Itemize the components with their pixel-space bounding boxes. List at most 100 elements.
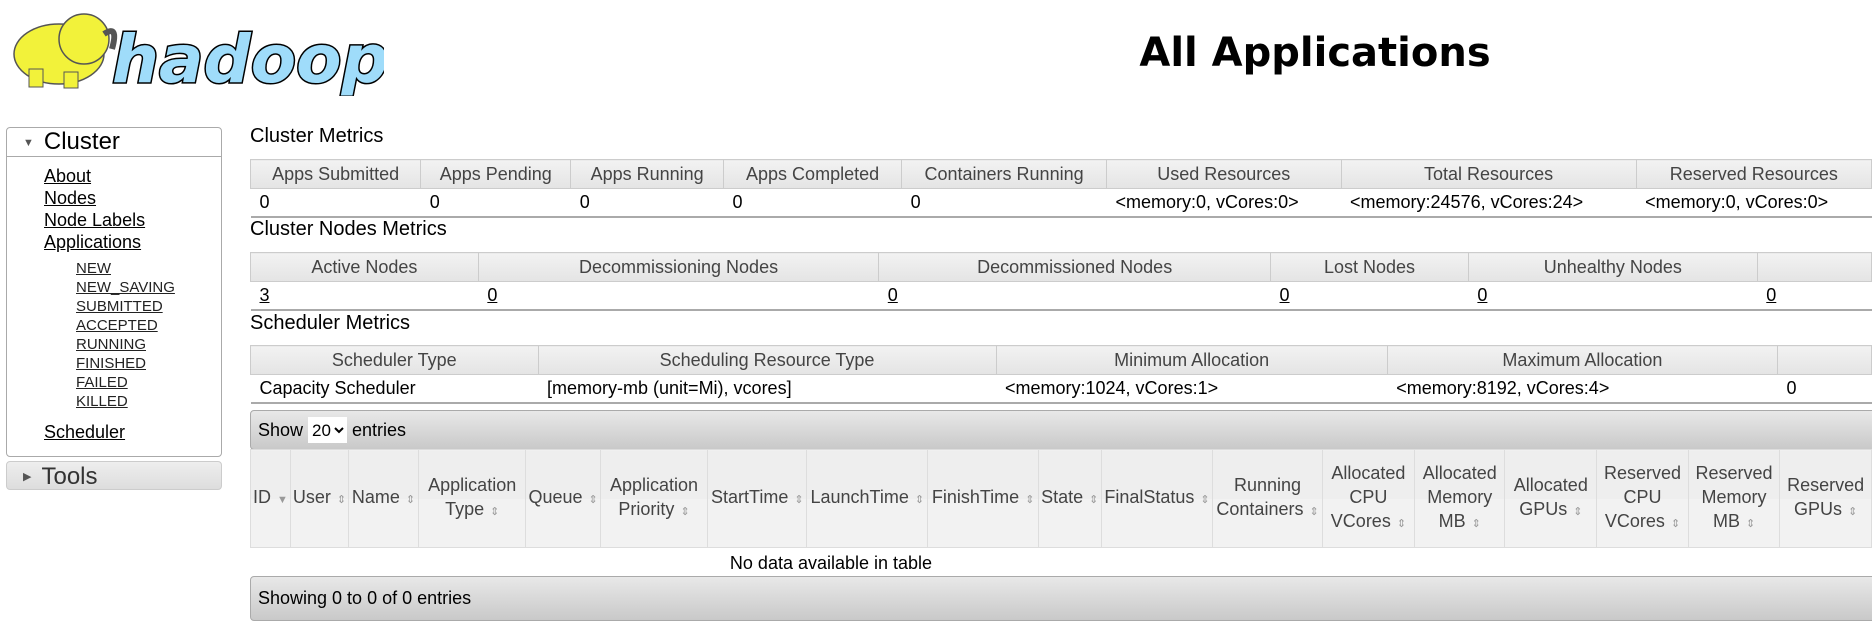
sidebar-link-node-labels[interactable]: Node Labels xyxy=(44,209,221,231)
sort-icon: ⇕ xyxy=(1025,494,1035,506)
sidebar-link-running[interactable]: RUNNING xyxy=(76,335,221,354)
column-header: Unhealthy Nodes xyxy=(1467,252,1758,282)
column-header-launchtime[interactable]: LaunchTime ⇕ xyxy=(806,449,929,548)
scheduler-metrics-table: Scheduler Type Scheduling Resource Type Mi… xyxy=(250,345,1872,404)
sidebar-link-applications[interactable]: Applications xyxy=(44,231,221,253)
entries-label: entries xyxy=(352,419,407,440)
column-label: Running Containers xyxy=(1216,475,1304,519)
cluster-section-header[interactable]: ▼ Cluster xyxy=(7,128,221,157)
column-header-queue[interactable]: Queue ⇕ xyxy=(525,449,601,548)
column-label: Queue xyxy=(528,487,583,507)
page-title: All Applications xyxy=(1139,30,1491,76)
page-size-select[interactable]: 20 xyxy=(308,417,348,443)
sidebar-link-failed[interactable]: FAILED xyxy=(76,373,221,392)
metric-value-link[interactable]: 3 xyxy=(260,285,270,305)
column-header xyxy=(1756,252,1872,282)
column-header-finishtime[interactable]: FinishTime ⇕ xyxy=(927,449,1039,548)
triangle-down-icon: ▼ xyxy=(23,136,34,149)
table-info: Showing 0 to 0 of 0 entries xyxy=(258,588,472,608)
column-label: StartTime xyxy=(711,487,789,507)
column-label: User xyxy=(292,487,331,507)
metric-value: <memory:1024, vCores:1> xyxy=(996,374,1388,404)
sort-icon: ⇕ xyxy=(1200,494,1210,506)
tools-label: Tools xyxy=(41,463,98,490)
column-header: Minimum Allocation xyxy=(995,345,1388,375)
sort-icon: ⇕ xyxy=(1089,494,1099,506)
triangle-right-icon: ▶ xyxy=(23,471,32,484)
nodes-metrics-title: Cluster Nodes Metrics xyxy=(250,218,447,240)
column-label: Application Type xyxy=(428,475,517,519)
sidebar-link-scheduler[interactable]: Scheduler xyxy=(44,421,221,443)
metric-value: 0 xyxy=(1468,281,1758,311)
metric-value: [memory-mb (unit=Mi), vcores] xyxy=(538,374,996,404)
column-header: Scheduler Type xyxy=(250,345,539,375)
sidebar-link-about[interactable]: About xyxy=(44,165,221,187)
show-label: Show xyxy=(258,419,304,440)
column-header-reserved-cpu-vcores[interactable]: Reserved CPU VCores ⇕ xyxy=(1596,449,1689,548)
column-header: Apps Running xyxy=(570,159,725,189)
column-label: Allocated Memory MB xyxy=(1422,463,1497,531)
sidebar-cluster: ▼ Cluster About Nodes Node Labels Applica… xyxy=(6,127,222,457)
column-label: LaunchTime xyxy=(810,487,909,507)
applications-table: ID ▼ User ⇕ Name ⇕ Application Type ⇕ Queue ⇕ Appl… xyxy=(250,449,1872,579)
column-header-running-containers[interactable]: Running Containers ⇕ xyxy=(1212,449,1323,548)
sidebar-link-new-saving[interactable]: NEW_SAVING xyxy=(76,278,221,297)
column-header-finalstatus[interactable]: FinalStatus ⇕ xyxy=(1100,449,1214,548)
column-header: Lost Nodes xyxy=(1270,252,1469,282)
sort-icon: ⇕ xyxy=(1848,506,1858,518)
column-header-user[interactable]: User ⇕ xyxy=(289,449,350,548)
metric-value: 0 xyxy=(1270,281,1469,311)
sidebar-link-accepted[interactable]: ACCEPTED xyxy=(76,316,221,335)
column-label: State xyxy=(1041,487,1084,507)
sort-icon: ⇕ xyxy=(914,494,925,506)
column-header-allocated-cpu-vcores[interactable]: Allocated CPU VCores ⇕ xyxy=(1321,449,1416,548)
sort-icon: ⇕ xyxy=(794,494,804,506)
metric-value-link[interactable]: 0 xyxy=(1477,285,1487,305)
column-header: Containers Running xyxy=(901,159,1108,189)
metric-value: 0 xyxy=(1777,374,1872,404)
column-header-application-priority[interactable]: Application Priority ⇕ xyxy=(599,449,709,548)
column-header-name[interactable]: Name ⇕ xyxy=(348,449,419,548)
metric-value: 0 xyxy=(901,188,1107,218)
sidebar-link-nodes[interactable]: Nodes xyxy=(44,187,221,209)
sort-icon: ⇕ xyxy=(588,494,598,506)
cluster-metrics-table: Apps Submitted Apps Pending Apps Running Ap… xyxy=(249,159,1872,218)
column-header-allocated-memory-mb[interactable]: Allocated Memory MB ⇕ xyxy=(1414,449,1506,548)
cluster-label: Cluster xyxy=(43,128,120,155)
column-header: Total Resources xyxy=(1340,159,1637,189)
metric-value: 3 xyxy=(250,281,479,311)
nodes-metrics-table: Active Nodes Decommissioning Nodes Decommi… xyxy=(250,252,1872,311)
metric-value: <memory:0, vCores:0> xyxy=(1106,188,1342,218)
sort-icon: ⇕ xyxy=(336,494,347,506)
column-header-id[interactable]: ID ▼ xyxy=(250,449,291,548)
sidebar-link-finished[interactable]: FINISHED xyxy=(76,354,221,373)
column-header: Reserved Resources xyxy=(1635,159,1872,189)
cluster-metrics-title: Cluster Metrics xyxy=(250,125,384,147)
column-header-state[interactable]: State ⇕ xyxy=(1037,449,1102,548)
metric-value: <memory:24576, vCores:24> xyxy=(1341,188,1637,218)
sort-icon: ⇕ xyxy=(1309,506,1319,518)
metric-value: 0 xyxy=(723,188,902,218)
column-header-allocated-gpus[interactable]: Allocated GPUs ⇕ xyxy=(1504,449,1598,548)
column-header-application-type[interactable]: Application Type ⇕ xyxy=(417,449,527,548)
sidebar-link-killed[interactable]: KILLED xyxy=(76,392,221,411)
column-label: FinalStatus xyxy=(1104,487,1195,507)
column-header: Decommissioned Nodes xyxy=(878,252,1272,282)
column-header xyxy=(1777,345,1872,375)
column-header: Decommissioning Nodes xyxy=(477,252,880,282)
metric-value-link[interactable]: 0 xyxy=(888,285,898,305)
column-header-reserved-gpus[interactable]: Reserved GPUs ⇕ xyxy=(1779,449,1872,548)
column-header-starttime[interactable]: StartTime ⇕ xyxy=(707,449,808,548)
metric-value-link[interactable]: 0 xyxy=(1766,285,1776,305)
sort-icon: ⇕ xyxy=(1670,518,1681,530)
metric-value: 0 xyxy=(250,188,421,218)
sidebar-link-submitted[interactable]: SUBMITTED xyxy=(76,297,221,316)
column-header: Apps Submitted xyxy=(249,159,422,189)
sidebar-tools[interactable]: ▶ Tools xyxy=(6,461,222,490)
sidebar-link-new[interactable]: NEW xyxy=(76,259,221,278)
scheduler-metrics-title: Scheduler Metrics xyxy=(250,312,411,334)
column-header-reserved-memory-mb[interactable]: Reserved Memory MB ⇕ xyxy=(1687,449,1781,548)
metric-value-link[interactable]: 0 xyxy=(487,285,497,305)
metric-value-link[interactable]: 0 xyxy=(1280,285,1290,305)
sort-icon: ⇕ xyxy=(1471,518,1481,530)
